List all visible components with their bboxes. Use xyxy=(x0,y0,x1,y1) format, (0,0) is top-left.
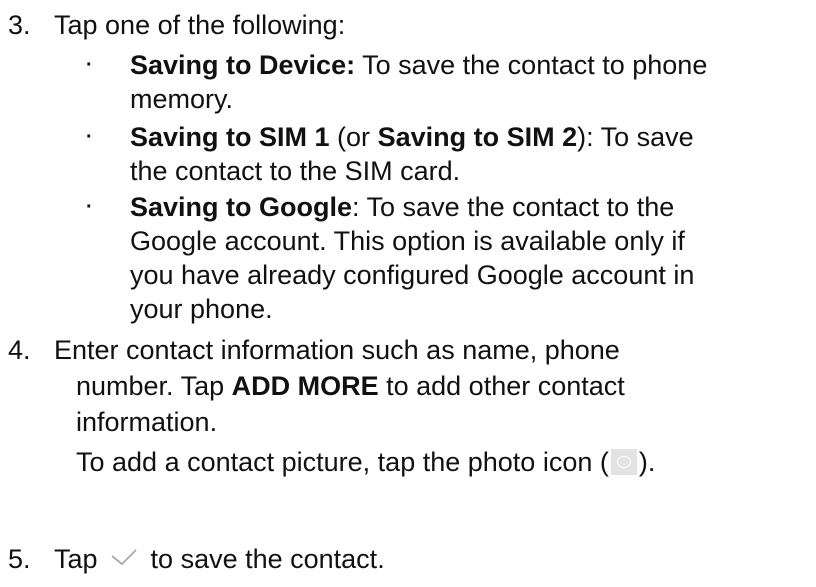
step-number: 4. xyxy=(8,335,31,365)
option-text: (or xyxy=(329,122,378,152)
step-text: ). xyxy=(638,447,656,477)
option-text-continued: Google account. This option is available… xyxy=(130,226,685,256)
step-4-photo-instruction: To add a contact picture, tap the photo … xyxy=(76,445,812,479)
bullet-icon: · xyxy=(86,54,93,76)
step-4: 4. Enter contact information such as name… xyxy=(8,333,620,367)
step-number: 3. xyxy=(8,10,31,40)
option-title-alt: Saving to SIM 2 xyxy=(377,122,578,152)
step-text: number. Tap xyxy=(76,371,232,401)
option-text: ): To save xyxy=(577,122,694,152)
option-text: : To save the contact to the xyxy=(352,192,675,222)
step-4-text-continued: information. xyxy=(76,407,218,437)
option-title: Saving to Device: xyxy=(130,50,356,80)
instruction-document: 3. Tap one of the following: · Saving to … xyxy=(0,0,816,587)
option-text-continued: the contact to the SIM card. xyxy=(130,156,461,186)
option-text-continued: your phone. xyxy=(130,294,273,324)
photo-icon xyxy=(610,449,637,475)
option-saving-to-google: Saving to Google: To save the contact to… xyxy=(130,190,810,326)
step-text: to save the contact. xyxy=(143,544,385,574)
add-more-label: ADD MORE xyxy=(231,371,379,401)
checkmark-icon xyxy=(111,549,137,566)
step-number: 5. xyxy=(8,544,31,574)
step-5: 5. Tap to save the contact. xyxy=(8,542,385,576)
step-3: 3. Tap one of the following: xyxy=(8,8,345,42)
step-text: Tap xyxy=(54,544,106,574)
bullet-icon: · xyxy=(86,196,93,218)
step-text: Tap one of the following: xyxy=(54,10,346,40)
option-title: Saving to Google xyxy=(130,192,353,222)
step-text: Enter contact information such as name, … xyxy=(54,335,620,365)
option-saving-to-device: Saving to Device: To save the contact to… xyxy=(130,48,810,116)
option-title: Saving to SIM 1 xyxy=(130,122,330,152)
option-text-continued: memory. xyxy=(130,84,234,114)
option-text: To save the contact to phone xyxy=(355,50,708,80)
step-text: To add a contact picture, tap the photo … xyxy=(76,447,609,477)
option-saving-to-sim: Saving to SIM 1 (or Saving to SIM 2): To… xyxy=(130,120,810,188)
option-text-continued: you have already configured Google accou… xyxy=(130,260,695,290)
bullet-icon: · xyxy=(86,126,93,148)
step-text: to add other contact xyxy=(378,371,625,401)
step-4-text-continued: number. Tap ADD MORE to add other contac… xyxy=(76,369,812,403)
